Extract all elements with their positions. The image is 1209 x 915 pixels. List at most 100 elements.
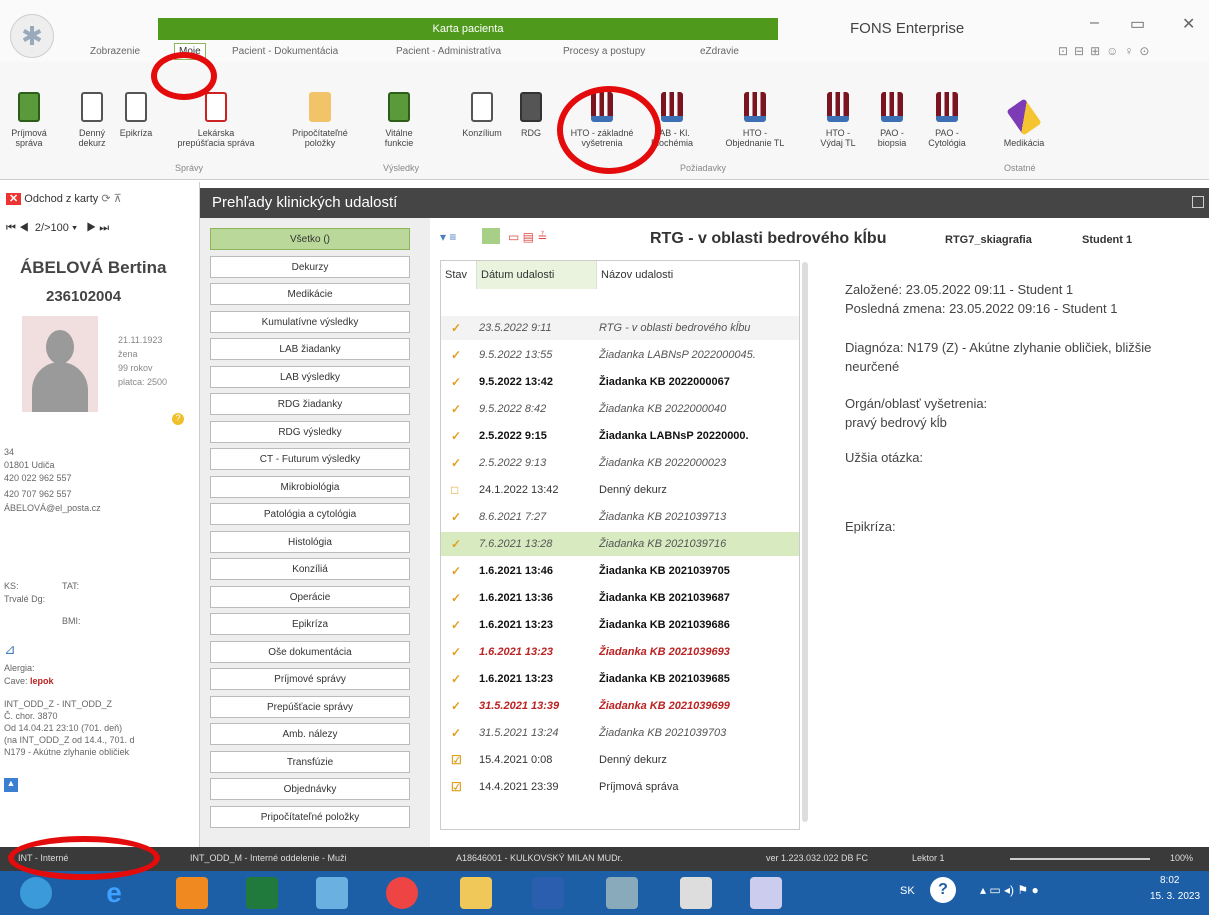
category-item[interactable]: Oše dokumentácia [210, 640, 410, 663]
category-item[interactable]: Pripočítateľné položky [210, 805, 410, 828]
list-row[interactable]: ✓ 1.6.2021 13:23 Žiadanka KB 2021039693 [441, 640, 799, 664]
category-item[interactable]: Histológia [210, 530, 410, 553]
maximize-button[interactable]: ▭ [1130, 14, 1145, 34]
list-row[interactable]: ✓ 9.5.2022 13:55 Žiadanka LABNsP 202200004… [441, 343, 799, 367]
status-check-icon: ✓ [451, 429, 462, 443]
category-item[interactable]: Všetko () [210, 228, 410, 250]
category-item[interactable]: Mikrobiológia [210, 475, 410, 498]
tray-icons[interactable]: ▴ ▭ ◂) ⚑ ● [980, 883, 1039, 897]
ribbon-medikacia[interactable]: Medikácia [1000, 92, 1048, 148]
minimize-button[interactable]: – [1090, 14, 1099, 32]
status-user[interactable]: Lektor 1 [912, 853, 945, 863]
list-row[interactable]: ✓ 1.6.2021 13:46 Žiadanka KB 2021039705 [441, 559, 799, 583]
app-logo-icon[interactable]: ✱ [10, 14, 54, 58]
expand-icon[interactable]: ▲ [4, 778, 18, 792]
help-icon[interactable]: ? [172, 413, 184, 425]
list-row[interactable]: ☑ 15.4.2021 0:08 Denný dekurz [441, 748, 799, 772]
category-item[interactable]: Operácie [210, 585, 410, 608]
ribbon-denny-dekurz[interactable]: Denný dekurz [74, 92, 110, 148]
excel-icon[interactable] [246, 877, 278, 909]
ribbon-prepustacia-sprava[interactable]: Lekárska prepúšťacia správa [176, 92, 256, 148]
language-indicator[interactable]: SK [900, 885, 915, 897]
list-row[interactable]: □ 24.1.2022 13:42 Denný dekurz [441, 478, 799, 502]
ribbon-pripocitatelne-polozky[interactable]: Pripočítateľné položky [290, 92, 350, 148]
category-item[interactable]: Transfúzie [210, 750, 410, 773]
category-item[interactable]: Dekurzy [210, 255, 410, 278]
filter-icon[interactable]: ▾ ≡ [440, 230, 456, 244]
category-item[interactable]: CT - Futurum výsledky [210, 448, 410, 470]
quick-icons[interactable]: ⊡⊟⊞☺♀⊙ [1058, 44, 1155, 58]
media-player-icon[interactable] [176, 877, 208, 909]
category-item[interactable]: Kumulatívne výsledky [210, 310, 410, 333]
clock-time[interactable]: 8:02 [1160, 875, 1179, 886]
category-item[interactable]: Medikácie [210, 283, 410, 305]
tab-zobrazenie[interactable]: Zobrazenie [90, 46, 140, 57]
patient-navigator[interactable]: ⏮ ◀ 2/>100 ▾ ▶ ⏭ [6, 222, 109, 235]
category-item[interactable]: RDG výsledky [210, 420, 410, 443]
category-item[interactable]: Patológia a cytológia [210, 503, 410, 525]
explorer-icon[interactable] [460, 877, 492, 909]
category-item[interactable]: LAB žiadanky [210, 338, 410, 360]
refresh-icon[interactable]: ⟳ [101, 193, 110, 205]
clock-date[interactable]: 15. 3. 2023 [1150, 891, 1200, 902]
list-row[interactable]: ✓ 2.5.2022 9:13 Žiadanka KB 2022000023 [441, 451, 799, 475]
ribbon-hto-objednanie[interactable]: HTO - Objednanie TL [722, 92, 788, 148]
list-row[interactable]: ✓ 31.5.2021 13:24 Žiadanka KB 2021039703 [441, 721, 799, 745]
ribbon-epikriza[interactable]: Epikríza [118, 92, 154, 138]
document-app-icon[interactable] [680, 877, 712, 909]
category-item[interactable]: Prepúšťacie správy [210, 695, 410, 718]
list-row[interactable]: ✓ 1.6.2021 13:23 Žiadanka KB 2021039686 [441, 613, 799, 637]
category-item[interactable]: Príjmové správy [210, 668, 410, 690]
close-card-button[interactable]: ✕ Odchod z karty ⟳ ⊼ [6, 192, 122, 205]
chrome-icon[interactable] [386, 877, 418, 909]
chart-icon[interactable]: ⊿ [4, 642, 16, 656]
column-header-stav[interactable]: Stav [441, 261, 477, 289]
address-number: 34 [4, 447, 15, 457]
column-header-datum[interactable]: Dátum udalosti [477, 261, 597, 289]
maximize-panel-icon[interactable] [1192, 196, 1204, 208]
start-button-icon[interactable] [20, 877, 52, 909]
ribbon-hto-vydaj[interactable]: HTO - Výdaj TL [818, 92, 858, 148]
tab-procesy[interactable]: Procesy a postupy [563, 46, 645, 57]
column-header-nazov[interactable]: Názov udalosti [597, 261, 799, 289]
fons-icon[interactable] [750, 877, 782, 909]
ribbon-pao-cytologia[interactable]: PAO - Cytológia [922, 92, 972, 148]
pin-icon[interactable]: ⊼ [114, 193, 122, 205]
tab-pacient-dokumentacia[interactable]: Pacient - Dokumentácia [232, 46, 338, 57]
status-doctor[interactable]: A18646001 - KULKOVSKÝ MILAN MUDr. [456, 853, 623, 863]
ribbon-prijmova-sprava[interactable]: Príjmová správa [11, 92, 47, 148]
category-item[interactable]: Objednávky [210, 778, 410, 800]
list-scrollbar[interactable] [802, 262, 808, 822]
list-row[interactable]: ☑ 14.4.2021 23:39 Príjmová správa [441, 775, 799, 799]
tab-pacient-administrativa[interactable]: Pacient - Administratíva [396, 46, 501, 57]
category-item[interactable]: LAB výsledky [210, 365, 410, 388]
category-item[interactable]: Epikríza [210, 613, 410, 635]
category-item[interactable]: Konzíliá [210, 558, 410, 580]
category-item[interactable]: RDG žiadanky [210, 393, 410, 415]
view-options-icon[interactable]: ▭ ▤ ≟ [508, 230, 547, 244]
list-row[interactable]: ✓ 1.6.2021 13:36 Žiadanka KB 2021039687 [441, 586, 799, 610]
list-row[interactable]: ✓ 2.5.2022 9:15 Žiadanka LABNsP 20220000. [441, 424, 799, 448]
ribbon-rdg[interactable]: RDG [513, 92, 549, 138]
app-icon[interactable] [606, 877, 638, 909]
list-row[interactable]: ✓ 9.5.2022 8:42 Žiadanka KB 2022000040 [441, 397, 799, 421]
list-row[interactable]: ✓ 1.6.2021 13:23 Žiadanka KB 2021039685 [441, 667, 799, 691]
category-item[interactable]: Amb. nálezy [210, 723, 410, 745]
list-row[interactable]: ✓ 31.5.2021 13:39 Žiadanka KB 2021039699 [441, 694, 799, 718]
list-row[interactable]: ✓ 7.6.2021 13:28 Žiadanka KB 2021039716 [441, 532, 799, 556]
status-ward[interactable]: INT_ODD_M - Interné oddelenie - Muži [190, 853, 347, 863]
ribbon-vitalne-funkcie[interactable]: Vitálne funkcie [384, 92, 414, 148]
tab-ezdravie[interactable]: eZdravie [700, 46, 739, 57]
ribbon-konzilium[interactable]: Konzílium [460, 92, 504, 138]
list-row[interactable]: ✓ 8.6.2021 7:27 Žiadanka KB 2021039713 [441, 505, 799, 529]
close-window-button[interactable]: ✕ [1182, 14, 1195, 34]
list-row[interactable]: ✓ 9.5.2022 13:42 Žiadanka KB 2022000067 [441, 370, 799, 394]
ribbon-pao-biopsia[interactable]: PAO - biopsia [870, 92, 914, 148]
word-icon[interactable] [532, 877, 564, 909]
ie-icon[interactable]: e [98, 877, 130, 909]
help-taskbar-icon[interactable]: ? [930, 877, 956, 903]
paint-icon[interactable] [316, 877, 348, 909]
list-row[interactable]: ✓ 23.5.2022 9:11 RTG - v oblasti bedrového… [441, 316, 799, 340]
zoom-slider[interactable] [1010, 858, 1150, 860]
view-grid-icon[interactable] [482, 228, 500, 244]
